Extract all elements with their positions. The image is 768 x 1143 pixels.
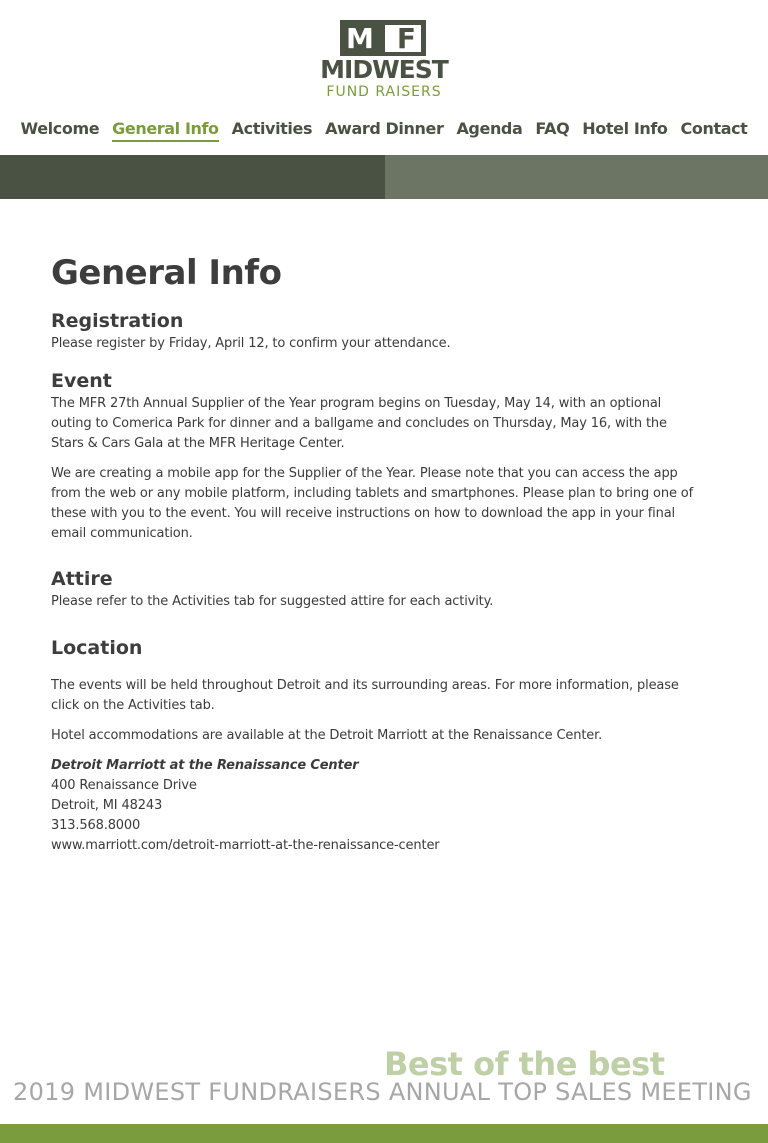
hotel-website-link[interactable]: www.marriott.com/detroit-marriott-at-the… — [51, 836, 696, 856]
main-content: General Info Registration Please registe… — [51, 252, 696, 856]
footer-meeting-title: 2019 MIDWEST FUNDRAISERS ANNUAL TOP SALE… — [13, 1078, 752, 1106]
hotel-name: Detroit Marriott at the Renaissance Cent… — [51, 758, 359, 773]
logo-mark-f: F — [396, 22, 416, 55]
event-paragraph-1: The MFR 27th Annual Supplier of the Year… — [51, 396, 667, 451]
site-header: M F MIDWEST FUND RAISERS Welcome General… — [0, 0, 768, 155]
nav-item-general-info[interactable]: General Info — [112, 118, 219, 142]
location-paragraph-1: The events will be held throughout Detro… — [51, 678, 679, 713]
registration-heading: Registration — [51, 310, 184, 332]
hotel-street: 400 Renaissance Drive — [51, 778, 197, 793]
attire-text: Please refer to the Activities tab for s… — [51, 594, 494, 609]
location-heading: Location — [51, 637, 143, 659]
nav-item-contact[interactable]: Contact — [681, 118, 748, 142]
main-nav: Welcome General Info Activities Award Di… — [0, 118, 768, 142]
logo-tagline: FUND RAISERS — [326, 84, 442, 100]
header-band-light — [385, 155, 768, 199]
registration-text: Please register by Friday, April 12, to … — [51, 336, 451, 351]
attire-heading: Attire — [51, 568, 113, 590]
event-heading: Event — [51, 370, 112, 392]
logo-brand-name[interactable]: MIDWEST — [300, 56, 468, 84]
nav-item-agenda[interactable]: Agenda — [456, 118, 522, 142]
nav-item-activities[interactable]: Activities — [232, 118, 313, 142]
page-title: General Info — [51, 253, 282, 293]
header-band-dark — [0, 155, 385, 199]
footer-bar — [0, 1124, 768, 1143]
nav-item-hotel-info[interactable]: Hotel Info — [582, 118, 668, 142]
nav-item-welcome[interactable]: Welcome — [21, 118, 100, 142]
logo-mark-m: M — [346, 22, 374, 55]
location-paragraph-2: Hotel accommodations are available at th… — [51, 728, 603, 743]
nav-item-award-dinner[interactable]: Award Dinner — [325, 118, 444, 142]
mf-logo-mark[interactable]: M F — [340, 20, 426, 56]
hotel-city: Detroit, MI 48243 — [51, 798, 163, 813]
nav-item-faq[interactable]: FAQ — [535, 118, 569, 142]
hotel-phone: 313.568.8000 — [51, 818, 141, 833]
event-paragraph-2: We are creating a mobile app for the Sup… — [51, 466, 694, 541]
